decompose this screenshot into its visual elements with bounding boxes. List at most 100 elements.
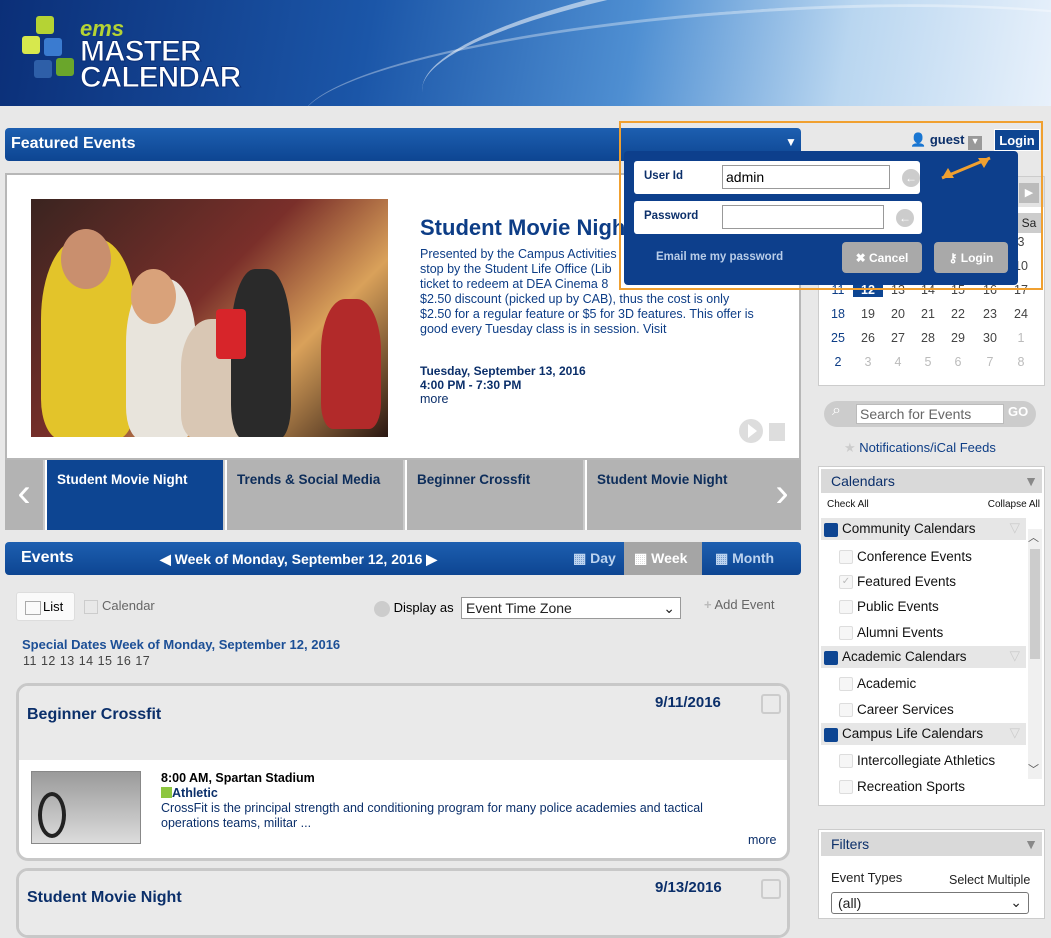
view-week-button[interactable]: ▦ Week: [624, 542, 702, 575]
featured-event-title[interactable]: Student Movie Night: [420, 215, 633, 241]
checkbox[interactable]: [839, 754, 853, 768]
calendar-day[interactable]: 30: [975, 331, 1005, 345]
pause-icon[interactable]: [769, 423, 785, 441]
search-input[interactable]: Search for Events: [856, 404, 1004, 424]
calendar-day[interactable]: 8: [1006, 355, 1036, 369]
email-password-link[interactable]: Email me my password: [656, 251, 783, 263]
scroll-down-icon[interactable]: ﹀: [1028, 761, 1039, 777]
event-card[interactable]: Beginner Crossfit 9/11/2016 8:00 AM, Spa…: [16, 683, 790, 861]
collapse-all-link[interactable]: Collapse All: [988, 499, 1040, 510]
next-week-icon[interactable]: ▶: [426, 551, 437, 567]
calendar-day[interactable]: 25: [823, 331, 853, 345]
event-title[interactable]: Student Movie Night: [27, 889, 182, 907]
star-icon: ★: [844, 440, 856, 455]
featured-event-image[interactable]: [31, 199, 388, 437]
calendar-day[interactable]: 23: [975, 307, 1005, 321]
calendar-item[interactable]: Public Events: [839, 599, 939, 614]
search-go-button[interactable]: GO: [1008, 404, 1028, 419]
calendar-item[interactable]: Career Services: [839, 702, 954, 717]
arrow-left-icon[interactable]: ←: [896, 209, 914, 227]
calendar-day[interactable]: 2: [823, 355, 853, 369]
checkbox[interactable]: [839, 600, 853, 614]
calendar-day[interactable]: 4: [883, 355, 913, 369]
featured-more-link[interactable]: more: [420, 392, 448, 406]
list-view-button[interactable]: List: [16, 592, 75, 621]
select-multiple-link[interactable]: Select Multiple: [949, 873, 1030, 887]
description-line: $2.50 discount (picked up by CAB), thus …: [420, 292, 730, 306]
calendar-item[interactable]: Intercollegiate Athletics: [839, 753, 995, 768]
calendar-item[interactable]: Recreation Sports: [839, 779, 965, 794]
user-id-row: User Id ←: [634, 161, 920, 194]
calendar-day[interactable]: 20: [883, 307, 913, 321]
carousel-tab[interactable]: Student Movie Night: [585, 460, 763, 530]
notifications-link[interactable]: ★ Notifications/iCal Feeds: [844, 440, 996, 456]
calendar-day[interactable]: 3: [853, 355, 883, 369]
scrollbar-thumb[interactable]: [1030, 549, 1040, 659]
featured-event-datetime: Tuesday, September 13, 2016 4:00 PM - 7:…: [420, 364, 586, 392]
calendar-day[interactable]: 18: [823, 307, 853, 321]
calendar-day[interactable]: 1: [1006, 331, 1036, 345]
chevron-down-icon: ⌄: [1010, 894, 1022, 910]
calendar-item-label: Featured Events: [857, 574, 957, 589]
calendar-day[interactable]: 29: [943, 331, 973, 345]
checkbox[interactable]: [839, 626, 853, 640]
user-id-field[interactable]: [722, 165, 890, 189]
carousel-tab[interactable]: Beginner Crossfit: [405, 460, 583, 530]
calendar-icon: ▦: [634, 550, 648, 566]
event-title[interactable]: Beginner Crossfit: [27, 706, 161, 724]
calendars-header[interactable]: Calendars ▼: [821, 469, 1042, 493]
add-event-button[interactable]: + Add Event: [704, 597, 775, 612]
password-field[interactable]: [722, 205, 884, 229]
carousel-prev-icon[interactable]: ‹: [5, 460, 43, 530]
calendars-scrollbar[interactable]: ︿ ﹀: [1028, 529, 1042, 779]
calendar-day[interactable]: 24: [1006, 307, 1036, 321]
calendar-group-campus-life[interactable]: Campus Life Calendars ▽: [821, 723, 1026, 745]
checkbox[interactable]: [839, 780, 853, 794]
carousel-next-icon[interactable]: ›: [763, 460, 801, 530]
prev-week-icon[interactable]: ◀: [160, 551, 171, 567]
calendar-day[interactable]: 28: [913, 331, 943, 345]
calendar-day[interactable]: 27: [883, 331, 913, 345]
popup-login-button[interactable]: ⚷ Login: [934, 242, 1008, 273]
calendar-group-community[interactable]: Community Calendars ▽: [821, 518, 1026, 540]
select-checkbox[interactable]: [761, 694, 781, 714]
calendar-day[interactable]: 19: [853, 307, 883, 321]
view-day-button[interactable]: ▦ Day: [563, 542, 626, 575]
checkbox[interactable]: [839, 550, 853, 564]
calendar-item[interactable]: Conference Events: [839, 549, 972, 564]
checkbox[interactable]: ✓: [839, 575, 853, 589]
logo-square: [56, 58, 74, 76]
calendar-view-button[interactable]: Calendar: [84, 598, 155, 614]
calendar-group-academic[interactable]: Academic Calendars ▽: [821, 646, 1026, 668]
view-month-button[interactable]: ▦ Month: [705, 542, 784, 575]
calendar-day[interactable]: 22: [943, 307, 973, 321]
ems-logo[interactable]: ems MASTER CALENDAR: [16, 12, 256, 93]
calendar-day[interactable]: 7: [975, 355, 1005, 369]
filters-header[interactable]: Filters ▼: [821, 832, 1042, 856]
image-person: [61, 229, 111, 289]
select-checkbox[interactable]: [761, 879, 781, 899]
event-thumbnail[interactable]: [31, 771, 141, 844]
event-card[interactable]: Student Movie Night 9/13/2016: [16, 868, 790, 938]
check-all-link[interactable]: Check All: [827, 499, 869, 510]
cancel-button[interactable]: ✖ Cancel: [842, 242, 922, 273]
calendar-day[interactable]: 21: [913, 307, 943, 321]
calendar-item[interactable]: Alumni Events: [839, 625, 943, 640]
carousel-tab[interactable]: Student Movie Night: [45, 460, 223, 530]
play-icon[interactable]: [739, 419, 763, 443]
description-line: good every Tuesday class is in session. …: [420, 322, 667, 336]
scroll-up-icon[interactable]: ︿: [1028, 529, 1039, 545]
event-more-link[interactable]: more: [748, 833, 776, 847]
timezone-value: Event Time Zone: [466, 600, 572, 616]
calendar-day[interactable]: 6: [943, 355, 973, 369]
arrow-left-icon[interactable]: ←: [902, 169, 920, 187]
timezone-select[interactable]: Event Time Zone ⌄: [461, 597, 681, 619]
calendar-day[interactable]: 5: [913, 355, 943, 369]
calendar-item[interactable]: ✓ Featured Events: [839, 574, 957, 589]
checkbox[interactable]: [839, 703, 853, 717]
carousel-tab[interactable]: Trends & Social Media: [225, 460, 403, 530]
checkbox[interactable]: [839, 677, 853, 691]
event-types-select[interactable]: (all) ⌄: [831, 892, 1029, 914]
calendar-day[interactable]: 26: [853, 331, 883, 345]
calendar-item[interactable]: Academic: [839, 676, 916, 691]
